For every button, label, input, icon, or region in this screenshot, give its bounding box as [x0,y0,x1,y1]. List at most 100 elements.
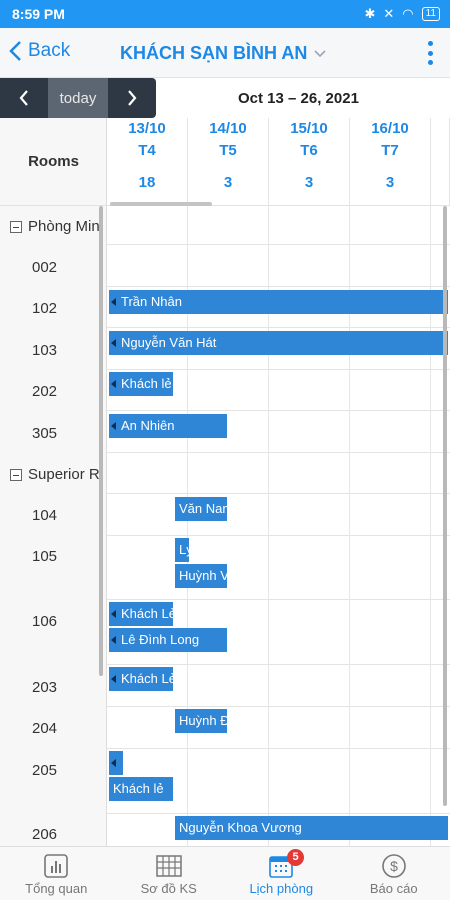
booking-event[interactable]: Lê Đình Long [109,628,227,652]
room-calendar[interactable]: Rooms Phòng Mini 002 102 103 202 305 Sup… [0,118,450,846]
booking-event[interactable]: Nguyễn Khoa Vương [175,816,448,840]
collapse-icon[interactable] [10,468,22,481]
status-time: 8:59 PM [12,6,65,22]
prev-button[interactable] [0,78,48,118]
booking-label: Khách lẻ [113,781,164,796]
booking-event[interactable]: Huỳnh Văn [175,564,227,588]
room-label: 102 [32,300,58,317]
date-nav-row: today Oct 13 – 26, 2021 [0,78,450,118]
tab-label: Sơ đồ KS [140,881,197,896]
hotel-selector[interactable]: KHÁCH SẠN BÌNH AN [120,43,327,64]
day-weekday: T6 [300,142,318,159]
right-scrollbar[interactable] [443,206,447,806]
booking-label: Nguyễn Khoa Vương [179,820,302,835]
tab-lich-phong[interactable]: 5 Lịch phòng [225,847,338,900]
tab-tong-quan[interactable]: Tổng quan [0,847,113,900]
room-label: 206 [32,826,58,843]
chevron-down-icon [314,49,326,57]
day-weekday: T4 [138,142,156,159]
bluetooth-icon: ✱ [364,6,376,21]
day-date: 16/10 [371,120,409,137]
more-menu-icon[interactable] [428,41,434,65]
group-superior[interactable]: Superior R [10,466,107,483]
next-button[interactable] [108,78,156,118]
left-scrollbar[interactable] [99,206,103,676]
mute-icon: ✕ [383,6,395,21]
day-date: 14/10 [209,120,247,137]
header-scrollbar[interactable] [110,202,212,206]
status-icons: ✱ ✕ ◠ 11 [364,6,440,22]
room-label: 106 [32,613,58,630]
booking-event[interactable]: Khách Lẻ [109,602,173,626]
room-label: 104 [32,507,58,524]
day-header[interactable]: 15/10 T6 3 [269,118,350,206]
room-label: 105 [32,548,58,565]
booking-label: Nguyễn Văn Hát [121,335,217,350]
day-count: 3 [223,174,233,191]
booking-label: Trần Nhân [121,294,182,309]
day-weekday: T5 [219,142,237,159]
booking-label: Lý [179,542,189,557]
booking-label: Khách Lẻ [121,606,173,621]
app-bar: Back KHÁCH SẠN BÌNH AN [0,28,450,78]
booking-event[interactable]: Văn Nam [175,497,227,521]
booking-label: Huỳnh Văn [179,568,227,583]
chevron-right-icon [128,90,137,106]
day-date: 15/10 [290,120,328,137]
back-button[interactable]: Back [8,40,70,62]
tab-so-do-ks[interactable]: Sơ đồ KS [113,847,226,900]
day-weekday: T7 [381,142,399,159]
booking-event[interactable]: Lý [175,538,189,562]
room-label: 204 [32,720,58,737]
collapse-icon[interactable] [10,220,22,233]
chevron-left-icon [19,90,28,106]
bottom-tab-bar: Tổng quan Sơ đồ KS 5 Lịch phòng $ Báo cá… [0,846,450,900]
day-header[interactable]: 14/10 T5 3 [188,118,269,206]
booking-label: Khách Lẻ [121,671,173,686]
booking-event[interactable]: Trần Nhân [109,290,448,314]
room-label: 205 [32,762,58,779]
booking-label: Khách lẻ [121,376,172,391]
day-date: 13/10 [128,120,166,137]
battery-icon: 11 [421,7,440,21]
rooms-column: Rooms Phòng Mini 002 102 103 202 305 Sup… [0,118,107,846]
today-button[interactable]: today [48,78,108,118]
room-label: 002 [32,259,58,276]
day-header[interactable]: 13/10 T4 18 [107,118,188,206]
tab-label: Lịch phòng [249,881,314,896]
status-bar: 8:59 PM ✱ ✕ ◠ 11 [0,0,450,28]
group-phong-mini[interactable]: Phòng Mini [10,218,107,235]
booking-event[interactable]: Khách lẻ [109,372,173,396]
booking-label: An Nhiên [121,418,175,433]
rooms-header: Rooms [0,118,107,206]
back-label: Back [28,40,71,61]
svg-text:$: $ [390,858,398,874]
booking-event[interactable]: Huỳnh Đức [175,709,227,733]
tab-bao-cao[interactable]: $ Báo cáo [338,847,450,900]
booking-event[interactable]: Khách Lẻ [109,667,173,691]
booking-event[interactable]: Nguyễn Văn Hát [109,331,448,355]
day-count: 3 [385,174,395,191]
day-header[interactable]: 16/10 T7 3 [350,118,431,206]
room-label: 305 [32,425,58,442]
date-nav-group: today [0,78,156,118]
chart-icon [44,854,69,878]
day-count: 18 [138,174,156,191]
day-header[interactable] [431,118,450,206]
wifi-icon: ◠ [402,6,414,21]
notification-badge: 5 [287,849,304,866]
booking-label: Lê Đình Long [121,632,200,647]
group-label: Superior R [28,466,100,483]
group-label: Phòng Mini [28,218,104,235]
room-label: 103 [32,342,58,359]
chevron-left-icon [9,41,21,61]
booking-event[interactable]: Khách lẻ [109,777,173,801]
tab-label: Tổng quan [25,881,88,896]
day-count: 3 [304,174,314,191]
booking-label: Văn Nam [179,501,227,516]
hotel-title: KHÁCH SẠN BÌNH AN [120,43,308,63]
room-label: 203 [32,679,58,696]
dollar-icon: $ [381,854,406,878]
booking-event[interactable] [109,751,123,775]
booking-event[interactable]: An Nhiên [109,414,227,438]
